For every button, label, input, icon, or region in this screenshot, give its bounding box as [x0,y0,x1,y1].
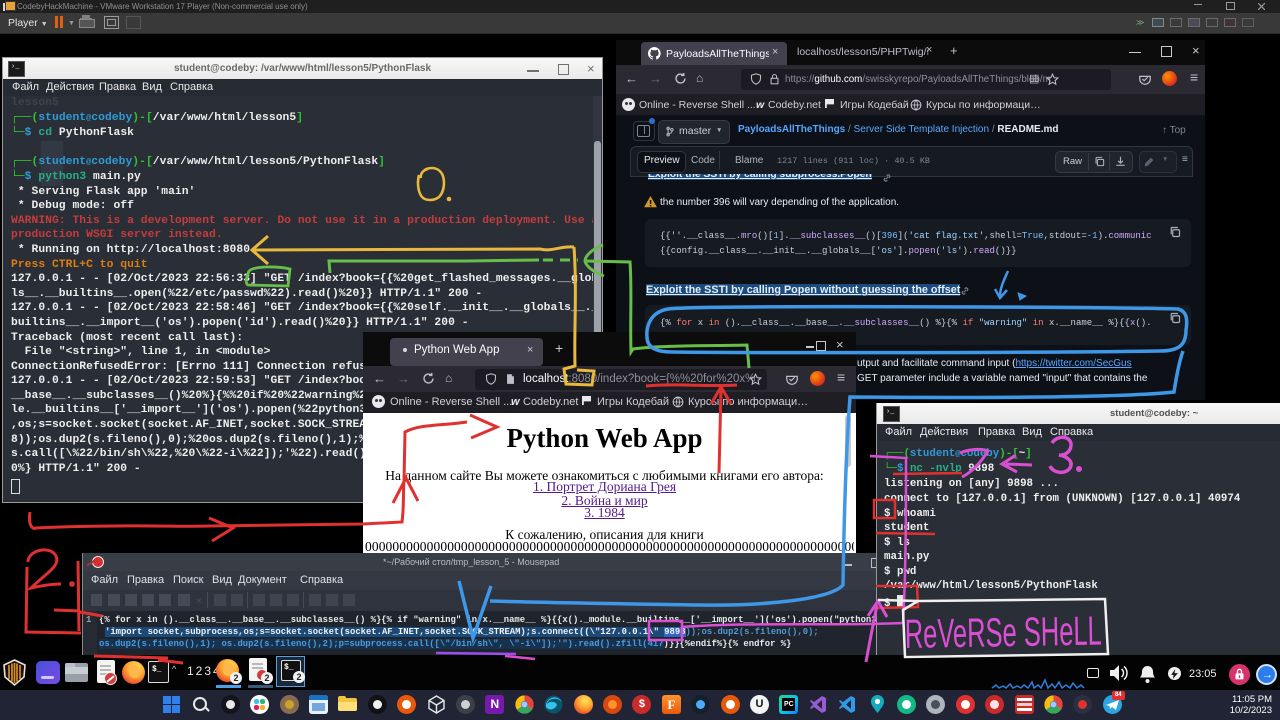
svg-text:ReVeRSe SHeLL: ReVeRSe SHeLL [904,608,1102,657]
